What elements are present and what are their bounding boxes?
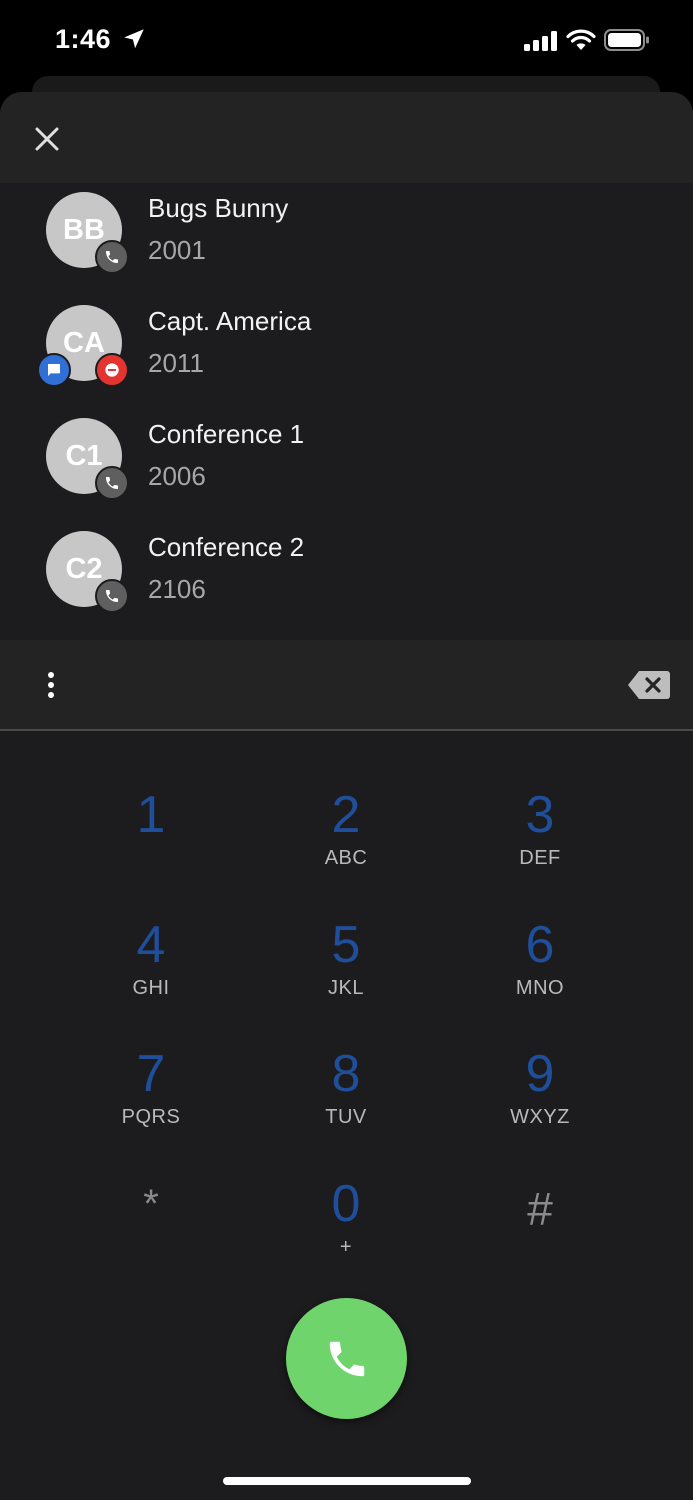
call-button[interactable] [286,1298,407,1419]
contact-name: Bugs Bunny [148,193,289,223]
location-arrow-icon [124,29,144,49]
key-letters: WXYZ [510,1106,570,1128]
key-6[interactable]: 6 MNO [465,915,615,1025]
key-digit: 9 [525,1045,555,1103]
dial-pad: 1 2 ABC 3 DEF 4 GHI 5 JKL 6 MNO 7 PQRS 8 [0,731,693,1291]
key-digit: 7 [136,1045,166,1103]
key-letters: JKL [328,977,364,999]
contact-extension: 2106 [148,574,206,604]
key-letters: TUV [325,1106,367,1128]
contact-extension: 2001 [148,235,206,265]
key-9[interactable]: 9 WXYZ [465,1044,615,1154]
key-digit: 6 [525,916,555,974]
dialer-sheet: BB Bugs Bunny 2001 CA Capt. America 2011… [0,92,693,1500]
contact-name: Capt. America [148,306,312,336]
home-indicator[interactable] [223,1477,471,1485]
battery-icon [604,29,649,51]
key-4[interactable]: 4 GHI [76,915,226,1025]
key-3[interactable]: 3 DEF [465,785,615,895]
key-star[interactable]: * [76,1174,226,1284]
key-1[interactable]: 1 [76,785,226,895]
more-vertical-icon[interactable] [40,670,62,700]
key-digit: 1 [136,786,166,844]
key-letters: PQRS [121,1106,181,1128]
key-digit: 0 [331,1175,361,1233]
cellular-signal-icon [524,31,557,51]
backspace-icon[interactable] [627,668,671,702]
key-letters: + [339,1236,353,1258]
key-letters: MNO [515,977,565,999]
phone-icon [95,240,129,274]
key-2[interactable]: 2 ABC [271,785,421,895]
key-7[interactable]: 7 PQRS [76,1044,226,1154]
wifi-icon [566,29,596,50]
key-8[interactable]: 8 TUV [271,1044,421,1154]
dial-input-bar [0,640,693,731]
key-digit: # [527,1183,553,1235]
key-digit: 2 [331,786,361,844]
key-5[interactable]: 5 JKL [271,915,421,1025]
contact-name: Conference 2 [148,532,305,562]
phone-icon [95,466,129,500]
do-not-disturb-icon [95,353,129,387]
key-hash[interactable]: # [465,1174,615,1284]
key-digit: 3 [525,786,555,844]
contact-name: Conference 1 [148,419,305,449]
key-letters: GHI [132,977,170,999]
sheet-header [0,92,693,183]
key-digit: 8 [331,1045,361,1103]
key-digit: 5 [331,916,361,974]
contact-row-bugs-bunny[interactable]: BB Bugs Bunny 2001 [0,188,693,301]
contact-row-capt-america[interactable]: CA Capt. America 2011 [0,301,693,414]
key-letters: ABC [324,847,368,869]
key-digit: * [143,1182,159,1226]
contact-extension: 2011 [148,348,204,378]
status-time: 1:46 [55,24,112,54]
phone-icon [95,579,129,613]
contact-extension: 2006 [148,461,206,491]
chat-icon [37,353,71,387]
close-icon[interactable] [30,122,64,156]
contact-row-conference-2[interactable]: C2 Conference 2 2106 [0,527,693,640]
key-letters: DEF [519,847,561,869]
phone-icon [329,1341,364,1376]
contact-suggestions-list: BB Bugs Bunny 2001 CA Capt. America 2011… [0,183,693,640]
contact-row-conference-1[interactable]: C1 Conference 1 2006 [0,414,693,527]
status-bar: 1:46 [0,0,693,80]
key-digit: 4 [136,916,166,974]
key-0[interactable]: 0 + [271,1174,421,1284]
